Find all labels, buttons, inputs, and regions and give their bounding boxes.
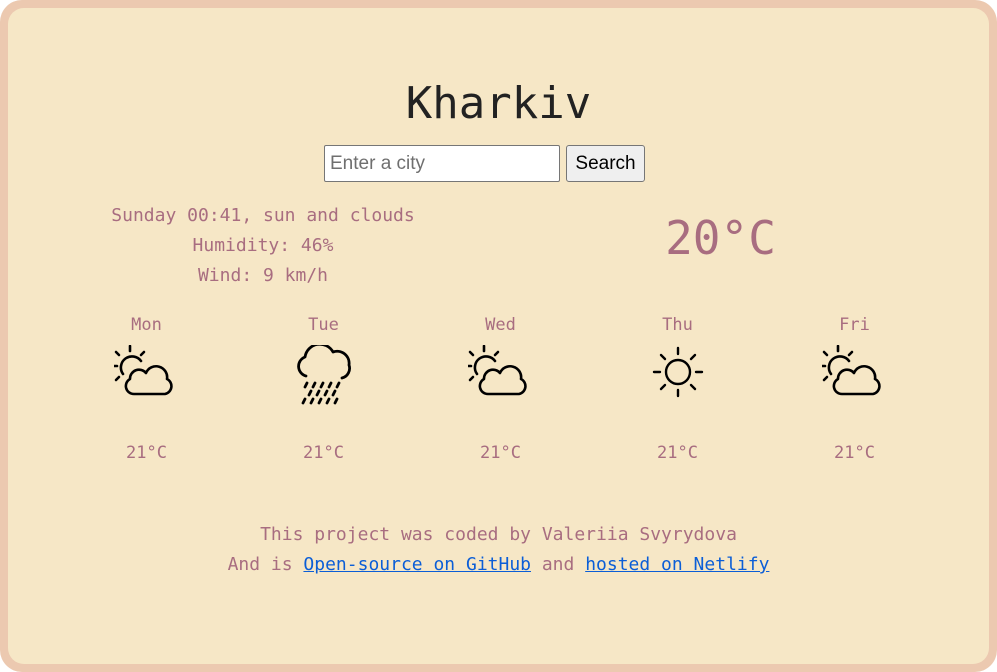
netlify-link[interactable]: hosted on Netlify <box>585 554 769 575</box>
forecast-temp: 21°C <box>480 443 521 463</box>
forecast-temp: 21°C <box>303 443 344 463</box>
current-humidity: Humidity: 46% <box>192 235 334 256</box>
forecast-temp: 21°C <box>834 443 875 463</box>
current-details: Sunday 00:41, sun and clouds Humidity: 4… <box>98 201 428 291</box>
search-input[interactable] <box>324 145 560 182</box>
sun-behind-cloud-icon <box>821 345 881 396</box>
sun-icon <box>652 346 703 398</box>
forecast-day-name: Wed <box>485 315 516 335</box>
search-form: Search <box>324 145 645 182</box>
forecast-day-name: Tue <box>308 315 339 335</box>
sun-behind-cloud-icon <box>467 345 527 396</box>
app-frame: Kharkiv Search Sunday 00:41, sun and clo… <box>0 0 997 672</box>
forecast-day-name: Mon <box>131 315 162 335</box>
forecast-day: Fri 21°C <box>766 313 943 465</box>
github-link[interactable]: Open-source on GitHub <box>303 554 531 575</box>
footer-links-line: And is Open-source on GitHub and hosted … <box>8 550 989 580</box>
city-title: Kharkiv <box>405 78 592 129</box>
footer-credit: This project was coded by Valeriia Svyry… <box>260 524 737 545</box>
forecast-temp: 21°C <box>126 443 167 463</box>
weather-card: Kharkiv Search Sunday 00:41, sun and clo… <box>8 8 989 664</box>
forecast-day: Thu 21°C <box>589 313 766 465</box>
forecast-day: Tue 21°C <box>235 313 412 465</box>
forecast-temp: 21°C <box>657 443 698 463</box>
sun-behind-cloud-icon <box>113 345 173 396</box>
forecast-day: Wed 21°C <box>412 313 589 465</box>
rain-cloud-icon <box>296 345 351 405</box>
footer-middle: and <box>531 554 586 575</box>
footer-prefix: And is <box>227 554 304 575</box>
current-wind: Wind: 9 km/h <box>197 265 329 286</box>
forecast-day: Mon 21°C <box>58 313 235 465</box>
search-button[interactable]: Search <box>566 145 645 182</box>
current-datetime-description: Sunday 00:41, sun and clouds <box>111 205 415 226</box>
current-temperature: 20°C <box>665 211 776 265</box>
forecast-day-name: Thu <box>662 315 693 335</box>
footer: This project was coded by Valeriia Svyry… <box>8 520 989 580</box>
forecast-day-name: Fri <box>839 315 870 335</box>
forecast: Mon 21°C Tue 21°C Wed 21°C Thu 21°C Fri … <box>58 313 945 465</box>
